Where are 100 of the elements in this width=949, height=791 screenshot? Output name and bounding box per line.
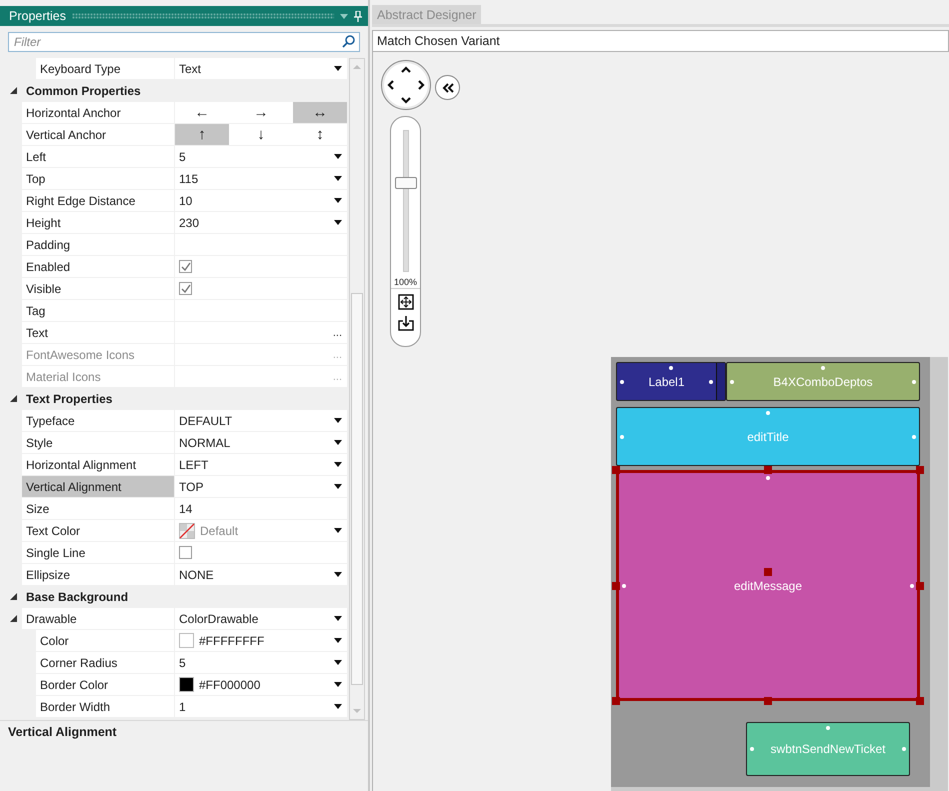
property-name[interactable]: Vertical Anchor	[22, 124, 175, 145]
dropdown-arrow-icon[interactable]	[334, 484, 342, 489]
search-icon[interactable]	[342, 35, 355, 48]
export-icon[interactable]	[398, 315, 414, 331]
selection-handle[interactable]	[764, 697, 772, 705]
selection-handle[interactable]	[612, 697, 620, 705]
scrollbar-thumb[interactable]	[351, 293, 363, 685]
category-header[interactable]: Text Properties	[22, 392, 112, 406]
variant-dropdown[interactable]: Match Chosen Variant	[372, 30, 949, 52]
expander-icon[interactable]	[10, 615, 16, 622]
dropdown-arrow-icon[interactable]	[334, 418, 342, 423]
zoom-slider[interactable]	[394, 127, 418, 273]
selection-handle[interactable]	[916, 582, 924, 590]
value-cell[interactable]: 14	[175, 498, 347, 519]
dropdown-arrow-icon[interactable]	[334, 154, 342, 159]
property-name[interactable]: Padding	[22, 234, 175, 255]
property-name[interactable]: Style	[22, 432, 175, 453]
dropdown-arrow-icon[interactable]	[334, 440, 342, 445]
value-cell[interactable]: 5	[175, 652, 347, 673]
value-cell[interactable]: #FF000000	[175, 674, 347, 695]
value-cell[interactable]: LEFT	[175, 454, 347, 475]
collapse-button[interactable]	[435, 75, 460, 100]
value-cell[interactable]: 115	[175, 168, 347, 189]
dropdown-arrow-icon[interactable]	[334, 704, 342, 709]
property-name[interactable]: Vertical Alignment	[22, 476, 175, 497]
value-cell[interactable]: ColorDrawable	[175, 608, 347, 629]
checkbox[interactable]	[179, 282, 192, 295]
value-cell[interactable]: 5	[175, 146, 347, 167]
property-name[interactable]: Size	[22, 498, 175, 519]
fit-to-screen-icon[interactable]	[398, 294, 414, 310]
value-cell[interactable]	[175, 256, 347, 277]
dropdown-arrow-icon[interactable]	[334, 198, 342, 203]
category-header[interactable]: Base Background	[22, 590, 128, 604]
selection-handle[interactable]	[916, 697, 924, 705]
selection-handle[interactable]	[612, 466, 620, 474]
property-name[interactable]: Color	[36, 630, 175, 651]
value-cell[interactable]: ↑ ↓ ↕	[175, 124, 347, 145]
dropdown-arrow-icon[interactable]	[334, 616, 342, 621]
property-name[interactable]: Horizontal Alignment	[22, 454, 175, 475]
dropdown-arrow-icon[interactable]	[334, 638, 342, 643]
expander-icon[interactable]	[10, 395, 16, 402]
double-chevron-icon[interactable]	[442, 82, 454, 92]
value-cell[interactable]	[175, 542, 347, 563]
selection-handle[interactable]	[764, 466, 772, 474]
property-name[interactable]: Drawable	[22, 608, 175, 629]
property-name[interactable]: Ellipsize	[22, 564, 175, 585]
property-name[interactable]: Text Color	[22, 520, 175, 541]
anchor-option[interactable]: ↑	[175, 124, 229, 145]
designer-view[interactable]: Label1	[616, 362, 726, 401]
anchor-option[interactable]: ↔	[293, 102, 347, 123]
property-name[interactable]: Enabled	[22, 256, 175, 277]
value-cell[interactable]: #FFFFFFFF	[175, 630, 347, 651]
value-cell[interactable]: TOP	[175, 476, 347, 497]
value-cell[interactable]: 230	[175, 212, 347, 233]
value-cell[interactable]: 10	[175, 190, 347, 211]
property-name[interactable]: Left	[22, 146, 175, 167]
ellipsis-button[interactable]: ...	[332, 326, 342, 338]
category-header[interactable]: Common Properties	[22, 84, 141, 98]
property-name[interactable]: Top	[22, 168, 175, 189]
dropdown-arrow-icon[interactable]	[334, 572, 342, 577]
value-cell[interactable]: NORMAL	[175, 432, 347, 453]
property-name[interactable]: Corner Radius	[36, 652, 175, 673]
filter-field[interactable]: Filter	[8, 32, 360, 52]
property-name[interactable]: Tag	[22, 300, 175, 321]
property-name[interactable]: Horizontal Anchor	[22, 102, 175, 123]
checkbox[interactable]	[179, 260, 192, 273]
value-cell[interactable]: Text	[175, 58, 347, 79]
value-cell[interactable]	[175, 278, 347, 299]
pin-icon[interactable]	[354, 10, 362, 22]
property-name[interactable]: Typeface	[22, 410, 175, 431]
value-cell[interactable]: ← → ↔	[175, 102, 347, 123]
dropdown-arrow-icon[interactable]	[334, 176, 342, 181]
dropdown-arrow-icon[interactable]	[334, 660, 342, 665]
expander-icon[interactable]	[10, 87, 16, 94]
selection-handle[interactable]	[612, 582, 620, 590]
selection-handle[interactable]	[764, 568, 772, 576]
view-label: editMessage	[734, 578, 802, 592]
value-cell[interactable]: ...	[175, 322, 347, 343]
value-cell[interactable]: NONE	[175, 564, 347, 585]
checkbox[interactable]	[179, 546, 192, 559]
zoom-slider-thumb[interactable]	[394, 176, 416, 189]
dropdown-arrow-icon[interactable]	[334, 462, 342, 467]
dropdown-arrow-icon[interactable]	[334, 66, 342, 71]
property-name[interactable]: Border Color	[36, 674, 175, 695]
scrollbar[interactable]	[349, 58, 365, 720]
property-name[interactable]: Keyboard Type	[36, 58, 175, 79]
value-cell[interactable]: 1	[175, 696, 347, 717]
dropdown-arrow-icon[interactable]	[334, 528, 342, 533]
property-name[interactable]: Text	[22, 322, 175, 343]
property-name[interactable]: Single Line	[22, 542, 175, 563]
value-cell[interactable]: DEFAULT	[175, 410, 347, 431]
dropdown-arrow-icon[interactable]	[334, 220, 342, 225]
property-name[interactable]: Right Edge Distance	[22, 190, 175, 211]
property-name[interactable]: Visible	[22, 278, 175, 299]
selection-handle[interactable]	[916, 466, 924, 474]
property-value: ColorDrawable	[179, 612, 260, 626]
property-name[interactable]: Height	[22, 212, 175, 233]
property-name[interactable]: Border Width	[36, 696, 175, 717]
expander-icon[interactable]	[10, 593, 16, 600]
dropdown-arrow-icon[interactable]	[334, 682, 342, 687]
